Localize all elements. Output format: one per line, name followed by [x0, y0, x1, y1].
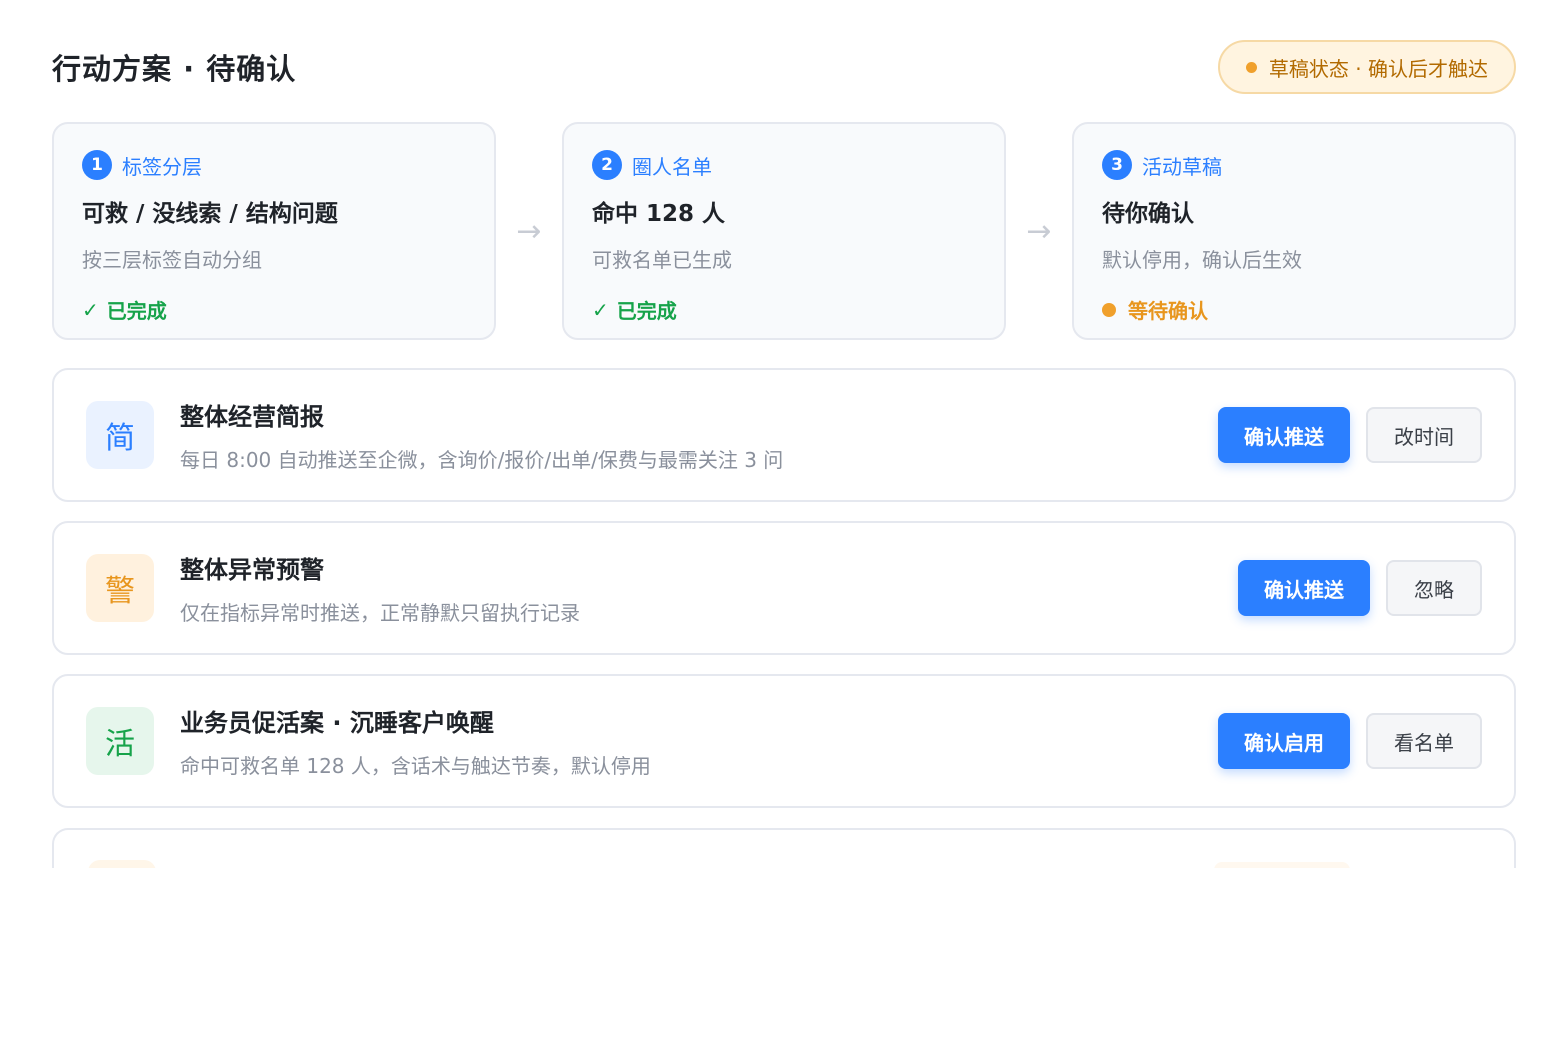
action-description: 命中可救名单 128 人，含话术与触达节奏，默认停用 [180, 754, 651, 778]
arrow-right-icon: → [516, 213, 542, 249]
draft-badge-label: 草稿状态 · 确认后才触达 [1268, 56, 1488, 81]
step-description: 默认停用，确认后生效 [1102, 248, 1302, 272]
confirm-push-button[interactable]: 确认推送 [1218, 407, 1350, 463]
step-description: 按三层标签自动分组 [82, 248, 262, 272]
action-title: 整体异常预警 [180, 556, 324, 584]
step-title: 命中 128 人 [592, 201, 726, 227]
draft-dot-icon [1245, 61, 1257, 73]
step-status-label: 已完成 [616, 299, 677, 323]
confirm-push-button[interactable]: 确认推送 [1238, 560, 1370, 616]
confirm-enable-button[interactable]: 确认启用 [1218, 713, 1350, 769]
activation-icon: 活 [86, 707, 154, 775]
briefing-icon: 简 [86, 401, 154, 469]
action-title: 业务员促活案 · 沉睡客户唤醒 [180, 709, 494, 737]
step-title: 可救 / 没线索 / 结构问题 [82, 201, 338, 227]
action-description: 仅在指标异常时推送，正常静默只留执行记录 [180, 601, 580, 625]
action-title: 整体经营简报 [180, 403, 324, 431]
step-title: 待你确认 [1102, 201, 1194, 227]
step-status: ✓ 已完成 [592, 295, 976, 324]
step-label: 活动草稿 [1142, 154, 1222, 179]
check-icon: ✓ [592, 297, 609, 322]
action-card-briefing: 简 整体经营简报 每日 8:00 自动推送至企微，含询价/报价/出单/保费与最需… [52, 368, 1516, 502]
step-card-tagging: 1 标签分层 可救 / 没线索 / 结构问题 按三层标签自动分组 ✓ 已完成 [52, 122, 496, 340]
partial-button [1214, 862, 1350, 868]
step-progress: 1 标签分层 可救 / 没线索 / 结构问题 按三层标签自动分组 ✓ 已完成 →… [52, 122, 1516, 340]
ignore-button[interactable]: 忽略 [1386, 560, 1482, 616]
step-number-badge: 1 [82, 150, 112, 180]
view-list-button[interactable]: 看名单 [1366, 713, 1482, 769]
step-status: ✓ 已完成 [82, 295, 466, 324]
action-description: 每日 8:00 自动推送至企微，含询价/报价/出单/保费与最需关注 3 问 [180, 448, 784, 472]
step-status-label: 已完成 [106, 299, 167, 323]
check-icon: ✓ [82, 297, 99, 322]
step-number-badge: 3 [1102, 150, 1132, 180]
step-label: 标签分层 [122, 154, 202, 179]
action-card-activation: 活 业务员促活案 · 沉睡客户唤醒 命中可救名单 128 人，含话术与触达节奏，… [52, 674, 1516, 808]
draft-status-badge: 草稿状态 · 确认后才触达 [1217, 40, 1516, 94]
step-card-draft: 3 活动草稿 待你确认 默认停用，确认后生效 等待确认 [1072, 122, 1516, 340]
change-time-button[interactable]: 改时间 [1366, 407, 1482, 463]
step-number-badge: 2 [592, 150, 622, 180]
action-card-partial [52, 828, 1516, 868]
step-description: 可救名单已生成 [592, 248, 732, 272]
step-label: 圈人名单 [632, 154, 712, 179]
pending-dot-icon [1102, 302, 1116, 317]
action-plan-page: 行动方案 · 待确认 草稿状态 · 确认后才触达 1 标签分层 可救 / 没线索… [0, 0, 1568, 1054]
alert-icon: 警 [86, 554, 154, 622]
action-card-alert: 警 整体异常预警 仅在指标异常时推送，正常静默只留执行记录 确认推送 忽略 [52, 521, 1516, 655]
partial-icon [88, 860, 156, 868]
page-title: 行动方案 · 待确认 [52, 52, 297, 86]
step-status-label: 等待确认 [1128, 299, 1208, 323]
step-status: 等待确认 [1102, 295, 1486, 324]
step-card-audience: 2 圈人名单 命中 128 人 可救名单已生成 ✓ 已完成 [562, 122, 1006, 340]
arrow-right-icon: → [1026, 213, 1052, 249]
page-header: 行动方案 · 待确认 草稿状态 · 确认后才触达 [52, 40, 1516, 94]
